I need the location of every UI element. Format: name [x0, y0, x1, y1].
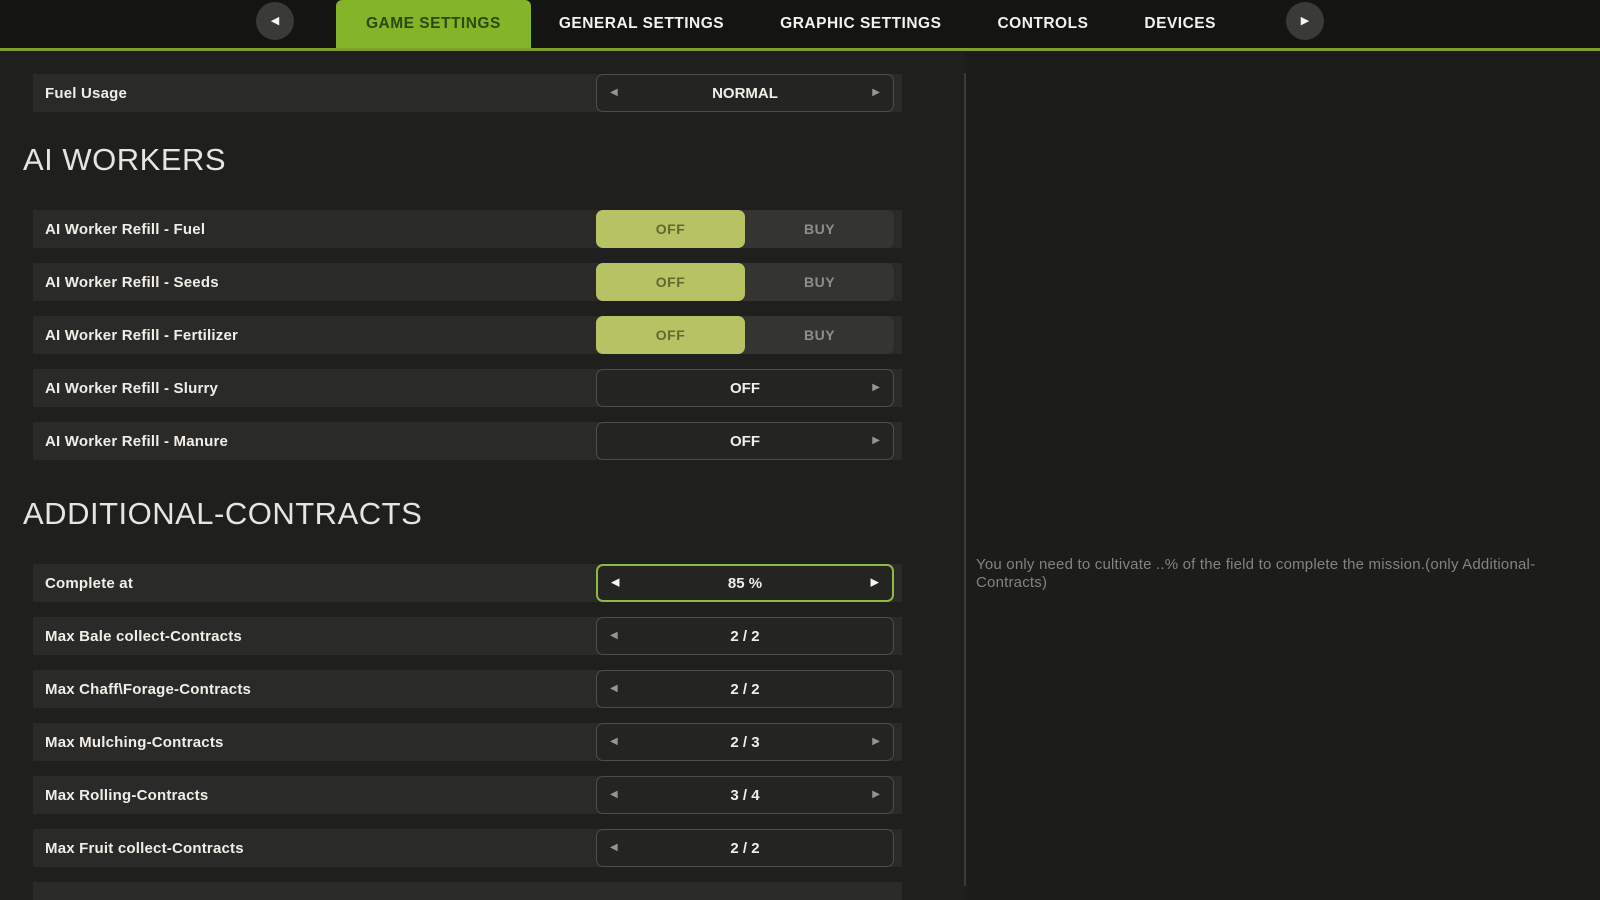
setting-label: Max Rolling-Contracts [33, 787, 596, 804]
decrease-arrow-icon[interactable]: ◀ [610, 843, 618, 853]
increase-arrow-icon[interactable]: ▶ [871, 578, 879, 589]
section-title-additional-contracts: ADDITIONAL-CONTRACTS [23, 496, 964, 532]
increase-arrow-icon[interactable]: ▶ [872, 790, 880, 800]
tabs-prev-button[interactable]: ◀ [256, 2, 294, 40]
refill-slurry-selector[interactable]: OFF ▶ [596, 369, 894, 407]
section-title-ai-workers: AI WORKERS [23, 142, 964, 178]
increase-arrow-icon[interactable]: ▶ [872, 436, 880, 446]
settings-list: Fuel Usage ◀ NORMAL ▶ AI WORKERS AI Work… [0, 51, 964, 900]
setting-label: Max Fruit collect-Contracts [33, 840, 596, 857]
decrease-arrow-icon[interactable]: ◀ [610, 737, 618, 747]
setting-row-refill-seeds: AI Worker Refill - Seeds OFF BUY [33, 263, 902, 301]
tab-game-settings[interactable]: GAME SETTINGS [336, 0, 531, 48]
setting-row-max-fruit: Max Fruit collect-Contracts ◀ 2 / 2 [33, 829, 902, 867]
complete-at-selector[interactable]: ◀ 85 % ▶ [596, 564, 894, 602]
increase-arrow-icon[interactable]: ▶ [872, 383, 880, 393]
setting-label: AI Worker Refill - Seeds [33, 274, 596, 291]
setting-label: Fuel Usage [33, 85, 596, 102]
max-chaff-selector[interactable]: ◀ 2 / 2 [596, 670, 894, 708]
partial-row [33, 882, 902, 900]
tab-general-settings[interactable]: GENERAL SETTINGS [531, 0, 752, 48]
toggle-option-off[interactable]: OFF [596, 316, 745, 354]
setting-row-fuel-usage: Fuel Usage ◀ NORMAL ▶ [33, 74, 902, 112]
decrease-arrow-icon[interactable]: ◀ [611, 578, 619, 589]
toggle-option-buy[interactable]: BUY [745, 316, 894, 354]
max-mulching-selector[interactable]: ◀ 2 / 3 ▶ [596, 723, 894, 761]
toggle-option-buy[interactable]: BUY [745, 210, 894, 248]
refill-manure-selector[interactable]: OFF ▶ [596, 422, 894, 460]
setting-label: AI Worker Refill - Fertilizer [33, 327, 596, 344]
selector-value: 3 / 4 [730, 787, 759, 804]
max-fruit-selector[interactable]: ◀ 2 / 2 [596, 829, 894, 867]
refill-fuel-toggle: OFF BUY [596, 210, 894, 248]
selector-value: 85 % [728, 575, 762, 592]
tab-devices[interactable]: DEVICES [1116, 0, 1244, 48]
setting-row-refill-fertilizer: AI Worker Refill - Fertilizer OFF BUY [33, 316, 902, 354]
setting-row-refill-slurry: AI Worker Refill - Slurry OFF ▶ [33, 369, 902, 407]
setting-row-refill-manure: AI Worker Refill - Manure OFF ▶ [33, 422, 902, 460]
setting-label: Complete at [33, 575, 596, 592]
increase-arrow-icon[interactable]: ▶ [872, 88, 880, 98]
selector-value: NORMAL [712, 85, 778, 102]
toggle-option-off[interactable]: OFF [596, 263, 745, 301]
right-arrow-icon: ▶ [1301, 16, 1309, 27]
setting-row-max-mulching: Max Mulching-Contracts ◀ 2 / 3 ▶ [33, 723, 902, 761]
setting-label: Max Chaff\Forage-Contracts [33, 681, 596, 698]
tabs-next-button[interactable]: ▶ [1286, 2, 1324, 40]
setting-row-max-bale: Max Bale collect-Contracts ◀ 2 / 2 [33, 617, 902, 655]
fuel-usage-selector[interactable]: ◀ NORMAL ▶ [596, 74, 894, 112]
refill-seeds-toggle: OFF BUY [596, 263, 894, 301]
setting-row-refill-fuel: AI Worker Refill - Fuel OFF BUY [33, 210, 902, 248]
tab-controls[interactable]: CONTROLS [969, 0, 1116, 48]
setting-row-max-rolling: Max Rolling-Contracts ◀ 3 / 4 ▶ [33, 776, 902, 814]
decrease-arrow-icon[interactable]: ◀ [610, 631, 618, 641]
setting-label: AI Worker Refill - Slurry [33, 380, 596, 397]
setting-row-complete-at: Complete at ◀ 85 % ▶ [33, 564, 902, 602]
max-rolling-selector[interactable]: ◀ 3 / 4 ▶ [596, 776, 894, 814]
info-panel: You only need to cultivate ..% of the fi… [966, 51, 1600, 900]
selector-value: 2 / 2 [730, 840, 759, 857]
selector-value: 2 / 3 [730, 734, 759, 751]
setting-row-max-chaff: Max Chaff\Forage-Contracts ◀ 2 / 2 [33, 670, 902, 708]
setting-description: You only need to cultivate ..% of the fi… [976, 556, 1556, 592]
decrease-arrow-icon[interactable]: ◀ [610, 88, 618, 98]
tab-bar: ◀ GAME SETTINGS GENERAL SETTINGS GRAPHIC… [0, 0, 1600, 51]
selector-value: 2 / 2 [730, 681, 759, 698]
settings-content: Fuel Usage ◀ NORMAL ▶ AI WORKERS AI Work… [0, 51, 1600, 900]
toggle-option-off[interactable]: OFF [596, 210, 745, 248]
tab-graphic-settings[interactable]: GRAPHIC SETTINGS [752, 0, 969, 48]
setting-label: Max Bale collect-Contracts [33, 628, 596, 645]
toggle-option-buy[interactable]: BUY [745, 263, 894, 301]
setting-label: Max Mulching-Contracts [33, 734, 596, 751]
refill-fertilizer-toggle: OFF BUY [596, 316, 894, 354]
selector-value: 2 / 2 [730, 628, 759, 645]
decrease-arrow-icon[interactable]: ◀ [610, 790, 618, 800]
left-arrow-icon: ◀ [271, 16, 279, 27]
max-bale-selector[interactable]: ◀ 2 / 2 [596, 617, 894, 655]
selector-value: OFF [730, 433, 760, 450]
setting-label: AI Worker Refill - Fuel [33, 221, 596, 238]
decrease-arrow-icon[interactable]: ◀ [610, 684, 618, 694]
selector-value: OFF [730, 380, 760, 397]
setting-label: AI Worker Refill - Manure [33, 433, 596, 450]
increase-arrow-icon[interactable]: ▶ [872, 737, 880, 747]
